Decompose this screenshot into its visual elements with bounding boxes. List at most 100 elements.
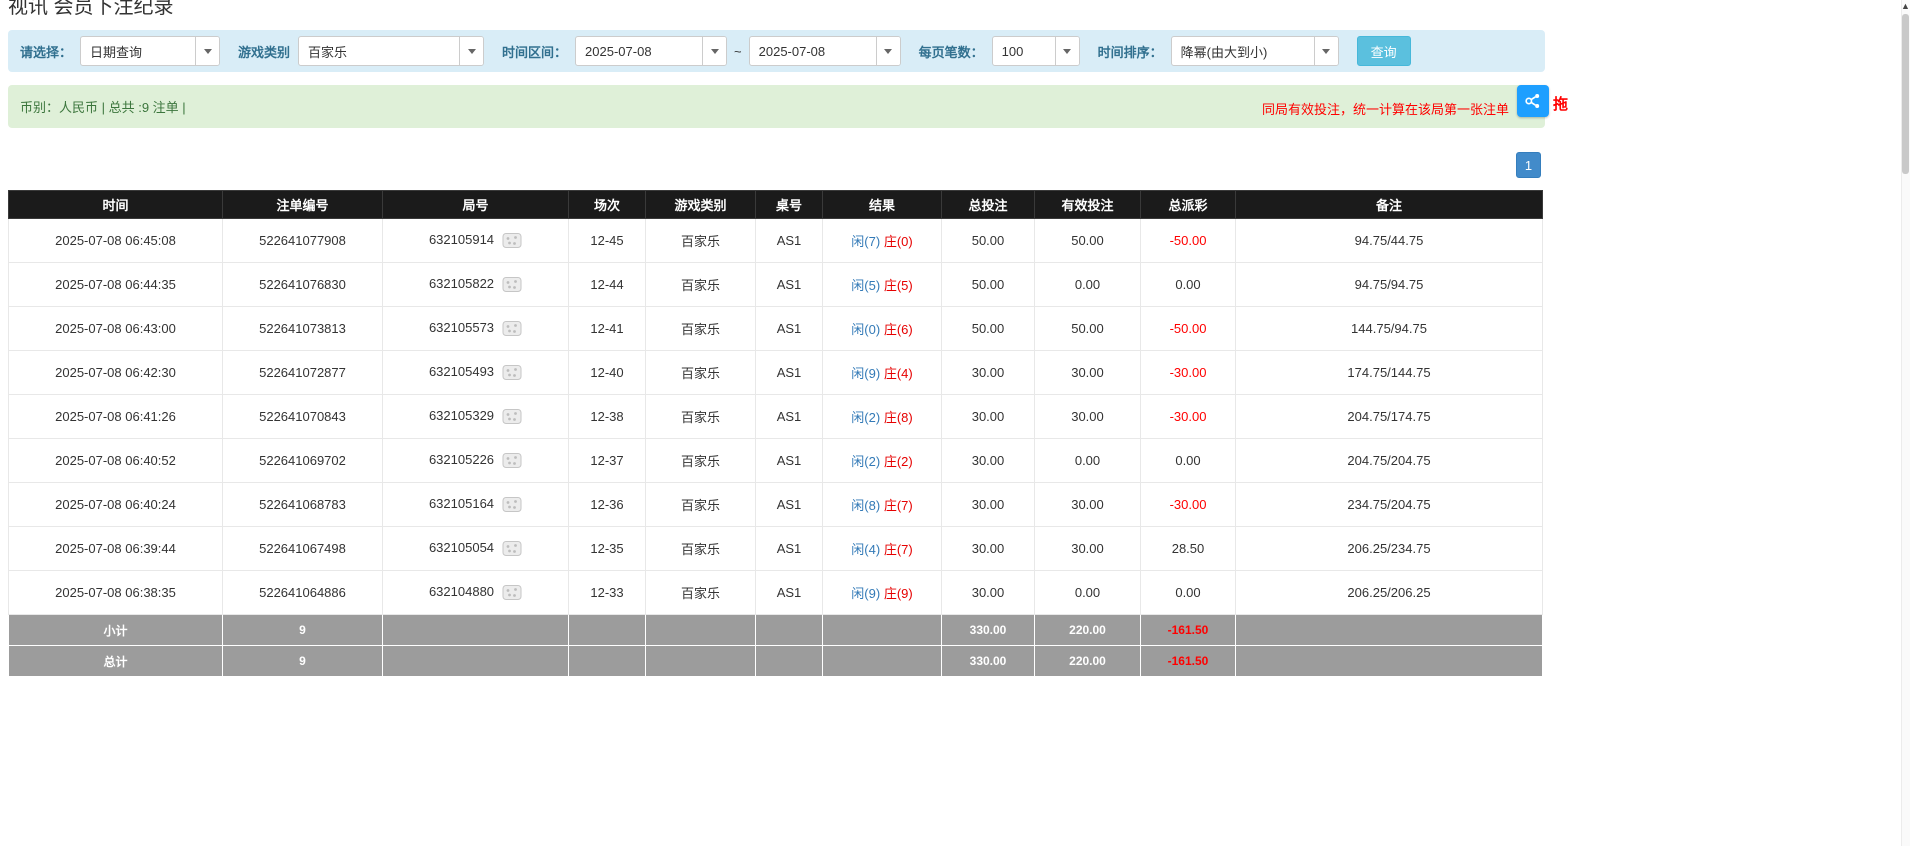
drag-label[interactable]: 拖	[1553, 93, 1568, 114]
date-to-input[interactable]: 2025-07-08	[748, 36, 901, 66]
table-row: 2025-07-08 06:42:30 522641072877 632105493…	[8, 350, 1543, 395]
date-range-label: 时间区间：	[502, 44, 568, 60]
cell-result: 闲(9) 庄(4)	[822, 350, 942, 395]
date-from-input[interactable]: 2025-07-08	[575, 36, 728, 66]
cell-time: 2025-07-08 06:38:35	[8, 570, 223, 615]
game-result-icon[interactable]	[502, 452, 522, 469]
cell-total-bet[interactable]: 30.00	[941, 570, 1035, 615]
game-type-dropdown[interactable]: 百家乐	[298, 36, 485, 66]
scrollbar-thumb[interactable]	[1902, 14, 1909, 174]
query-type-dropdown[interactable]: 日期查询	[80, 36, 221, 66]
cell-total-bet[interactable]: 30.00	[941, 394, 1035, 439]
table-row: 2025-07-08 06:44:35 522641076830 632105822…	[8, 262, 1543, 307]
cell-bet-id: 522641073813	[222, 306, 383, 351]
table-row: 2025-07-08 06:38:35 522641064886 632104880…	[8, 570, 1543, 615]
total-empty	[568, 645, 646, 677]
round-id-text: 632104880	[428, 583, 495, 599]
total-count: 9	[222, 645, 383, 677]
cell-result: 闲(0) 庄(6)	[822, 306, 942, 351]
cell-total-bet[interactable]: 50.00	[941, 306, 1035, 351]
subtotal-empty	[568, 614, 646, 646]
cell-payout: 0.00	[1140, 570, 1236, 615]
cell-round-id: 632105573	[382, 306, 569, 351]
cell-time: 2025-07-08 06:41:26	[8, 394, 223, 439]
total-payout: -161.50	[1140, 645, 1236, 677]
result-banker: 庄(7)	[883, 542, 913, 557]
cell-result: 闲(2) 庄(8)	[822, 394, 942, 439]
col-payout: 总派彩	[1140, 190, 1236, 219]
chevron-down-icon[interactable]	[702, 37, 727, 65]
total-empty	[645, 645, 756, 677]
cell-bet-id: 522641072877	[222, 350, 383, 395]
game-result-icon[interactable]	[502, 320, 522, 337]
cell-round-id: 632105054	[382, 526, 569, 571]
cell-bet-id: 522641068783	[222, 482, 383, 527]
search-button[interactable]: 查询	[1356, 36, 1411, 66]
page-1-button[interactable]: 1	[1516, 152, 1541, 178]
subtotal-row: 小计 9 330.00 220.00 -161.50	[8, 614, 1543, 646]
date-from-value: 2025-07-08	[585, 43, 652, 59]
cell-game-type: 百家乐	[645, 570, 756, 615]
result-banker: 庄(2)	[883, 454, 913, 469]
cell-note: 234.75/204.75	[1235, 482, 1543, 527]
result-banker: 庄(0)	[883, 234, 913, 249]
cell-payout: -30.00	[1140, 482, 1236, 527]
cell-bet-id: 522641070843	[222, 394, 383, 439]
cell-valid-bet: 50.00	[1034, 306, 1141, 351]
cell-table-no: AS1	[755, 350, 823, 395]
result-player: 闲(4)	[851, 542, 881, 557]
cell-total-bet[interactable]: 30.00	[941, 438, 1035, 483]
result-banker: 庄(4)	[883, 366, 913, 381]
cell-result: 闲(4) 庄(7)	[822, 526, 942, 571]
result-banker: 庄(9)	[883, 586, 913, 601]
chevron-down-icon[interactable]	[195, 37, 220, 65]
chevron-down-icon[interactable]	[1054, 37, 1079, 65]
cell-game-type: 百家乐	[645, 350, 756, 395]
result-player: 闲(9)	[851, 366, 881, 381]
col-result: 结果	[822, 190, 942, 219]
cell-payout: -50.00	[1140, 218, 1236, 263]
game-result-icon[interactable]	[502, 364, 522, 381]
col-valid-bet: 有效投注	[1034, 190, 1141, 219]
cell-total-bet[interactable]: 50.00	[941, 218, 1035, 263]
vertical-scrollbar[interactable]: ▲	[1901, 0, 1910, 846]
game-result-icon[interactable]	[502, 540, 522, 557]
cloud-share-button[interactable]	[1517, 85, 1549, 117]
cell-table-no: AS1	[755, 438, 823, 483]
chevron-down-icon[interactable]	[875, 37, 900, 65]
col-time: 时间	[8, 190, 223, 219]
page-size-dropdown[interactable]: 100	[991, 36, 1080, 66]
result-player: 闲(5)	[851, 278, 881, 293]
game-result-icon[interactable]	[502, 496, 522, 513]
cell-table-no: AS1	[755, 306, 823, 351]
chevron-down-icon[interactable]	[459, 37, 484, 65]
cell-table-no: AS1	[755, 394, 823, 439]
game-result-icon[interactable]	[502, 584, 522, 601]
subtotal-payout: -161.50	[1140, 614, 1236, 646]
scroll-up-arrow-icon[interactable]: ▲	[1901, 0, 1910, 12]
game-result-icon[interactable]	[502, 276, 522, 293]
cell-valid-bet: 0.00	[1034, 570, 1141, 615]
table-row: 2025-07-08 06:40:52 522641069702 632105226…	[8, 438, 1543, 483]
cell-total-bet[interactable]: 30.00	[941, 482, 1035, 527]
result-banker: 庄(7)	[883, 498, 913, 513]
cell-note: 206.25/234.75	[1235, 526, 1543, 571]
query-type-label: 请选择：	[20, 44, 73, 60]
cell-table-no: AS1	[755, 482, 823, 527]
cell-valid-bet: 0.00	[1034, 438, 1141, 483]
cell-total-bet[interactable]: 50.00	[941, 262, 1035, 307]
round-id-text: 632105914	[428, 231, 495, 247]
time-sort-dropdown[interactable]: 降幂(由大到小)	[1170, 36, 1339, 66]
cell-table-no: AS1	[755, 218, 823, 263]
game-result-icon[interactable]	[502, 232, 522, 249]
chevron-down-icon[interactable]	[1313, 37, 1338, 65]
cell-total-bet[interactable]: 30.00	[941, 526, 1035, 571]
cell-table-no: AS1	[755, 262, 823, 307]
round-id-text: 632105164	[428, 495, 495, 511]
total-empty	[1235, 645, 1543, 677]
cell-total-bet[interactable]: 30.00	[941, 350, 1035, 395]
game-result-icon[interactable]	[502, 408, 522, 425]
cell-game-type: 百家乐	[645, 262, 756, 307]
cell-round-id: 632105329	[382, 394, 569, 439]
total-row: 总计 9 330.00 220.00 -161.50	[8, 645, 1543, 677]
